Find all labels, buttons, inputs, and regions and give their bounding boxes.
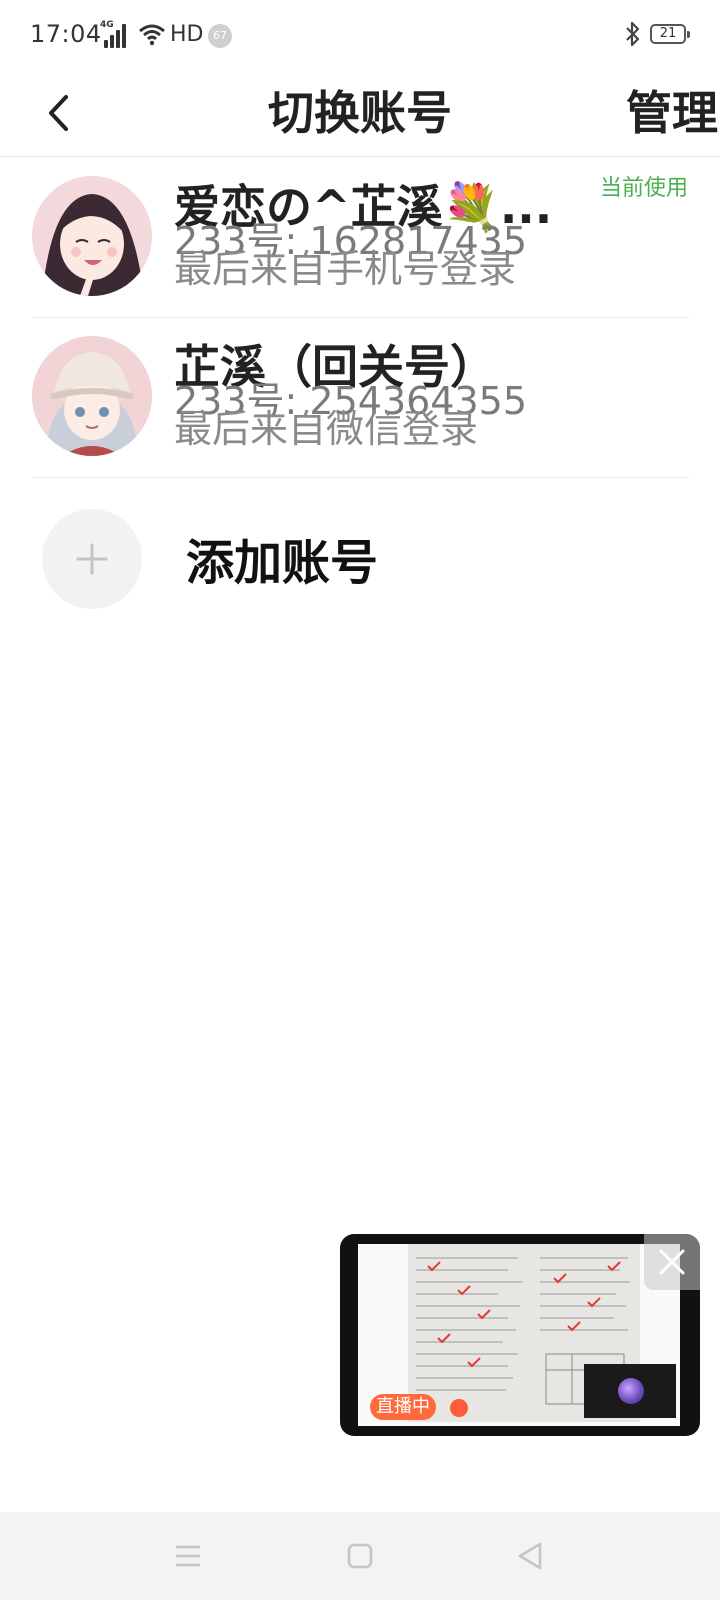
- status-bar: 17:04 4G HD 67 21: [0, 0, 720, 70]
- add-icon: [42, 509, 142, 609]
- live-dot-icon: [450, 1399, 468, 1417]
- menu-button[interactable]: [166, 1534, 210, 1578]
- back-triangle-icon: [518, 1542, 542, 1570]
- notification-count-badge: 67: [208, 24, 232, 48]
- avatar: [32, 336, 152, 456]
- live-status-badge: 直播中: [370, 1394, 436, 1420]
- home-square-icon: [347, 1543, 373, 1569]
- page-title: 切换账号: [268, 86, 452, 140]
- current-account-badge: 当前使用: [599, 176, 688, 201]
- cellular-signal-icon: 4G: [100, 20, 130, 48]
- system-nav-bar: [0, 1512, 720, 1600]
- battery-icon: 21: [650, 24, 690, 44]
- live-stream-floating-window[interactable]: 直播中: [340, 1234, 700, 1436]
- close-live-window-button[interactable]: [644, 1234, 700, 1290]
- bluetooth-icon: [624, 20, 642, 52]
- account-login-method: 最后来自微信登录: [174, 407, 479, 451]
- header-bar: 切换账号 管理: [0, 70, 720, 157]
- avatar: [32, 176, 152, 296]
- add-account-button[interactable]: 添加账号: [32, 505, 690, 615]
- live-camera-preview: [584, 1364, 676, 1418]
- divider: [32, 477, 690, 478]
- menu-icon: [176, 1545, 200, 1567]
- manage-button[interactable]: 管理: [626, 78, 718, 148]
- close-icon: [659, 1249, 685, 1275]
- network-type-label: 4G: [100, 20, 114, 30]
- wifi-icon: [138, 22, 166, 50]
- back-nav-button[interactable]: [508, 1534, 552, 1578]
- account-row[interactable]: 芷溪（回关号） 233号: 254364355 最后来自微信登录: [32, 318, 690, 478]
- add-account-label: 添加账号: [186, 535, 379, 591]
- account-login-method: 最后来自手机号登录: [174, 247, 517, 291]
- status-time: 17:04: [30, 20, 102, 48]
- streamer-avatar: [618, 1378, 644, 1404]
- account-row[interactable]: 爱恋の^芷溪💐... 233号: 162817435 最后来自手机号登录 当前使…: [32, 158, 690, 318]
- live-stream-video[interactable]: 直播中: [358, 1244, 680, 1426]
- hd-indicator: HD: [170, 22, 204, 47]
- home-button[interactable]: [338, 1534, 382, 1578]
